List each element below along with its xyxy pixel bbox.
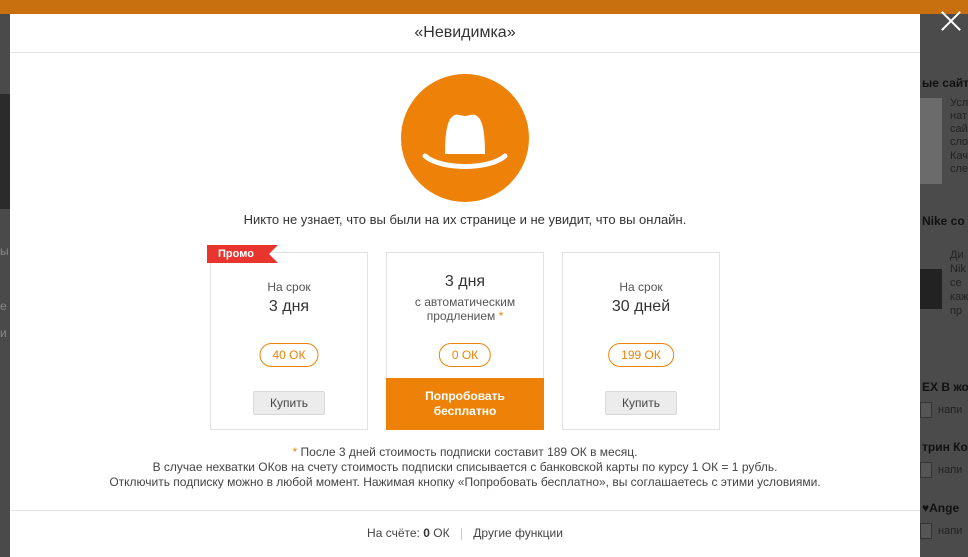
background-text: каж	[950, 291, 968, 303]
try-free-button-line: Попробовать	[425, 389, 505, 403]
background-field	[920, 402, 932, 418]
plan-card-trial: 3 дня с автоматическим продлением * 0 ОК…	[386, 252, 544, 430]
term-sub-text: продлением	[426, 309, 496, 323]
background-text: Nik	[950, 263, 966, 275]
term-value: 30 дней	[611, 298, 671, 315]
background-text: нат	[950, 110, 967, 122]
balance-value: 0	[423, 526, 430, 540]
try-free-button-line: бесплатно	[433, 404, 497, 418]
note-line: * После 3 дней стоимость подписки состав…	[10, 445, 920, 460]
term-value: 3 дня	[444, 273, 486, 290]
background-text: напи	[938, 525, 963, 537]
background-heading: EX В жо	[922, 380, 968, 394]
buy-button[interactable]: Купить	[253, 391, 325, 415]
balance-unit: ОК	[433, 526, 450, 540]
background-text: Кач	[950, 150, 968, 162]
subscription-notes: * После 3 дней стоимость подписки состав…	[10, 445, 920, 490]
background-image	[920, 269, 942, 309]
background-left-strip: ы е и	[0, 14, 10, 557]
balance-label: На счёте:	[367, 526, 420, 540]
price-badge[interactable]: 0 ОК	[438, 343, 492, 367]
background-heading: Nike co	[922, 214, 965, 228]
plan-card-3-days: Промо На срок 3 дня 40 ОК Купить	[207, 245, 368, 430]
background-heading: ♥Ange	[922, 501, 960, 515]
background-text: сай	[950, 123, 968, 135]
buy-button[interactable]: Купить	[605, 391, 677, 415]
background-text: и	[0, 326, 7, 340]
background-field	[920, 523, 932, 539]
term-value: 3 дня	[268, 298, 310, 315]
feature-description: Никто не узнает, что вы были на их стран…	[243, 212, 687, 227]
background-image	[0, 94, 10, 209]
background-text: напи	[938, 404, 963, 416]
background-text: напи	[938, 464, 963, 476]
note-line: В случае нехватки ОКов на счету стоимост…	[152, 460, 778, 474]
term-sub-line: продлением *	[387, 309, 543, 323]
background-right-strip: ые сайт Усл нат сай сло Кач сле Nike co …	[920, 14, 968, 557]
note-text: После 3 дней стоимость подписки составит…	[297, 445, 638, 459]
background-text: сло	[950, 136, 968, 148]
promo-badge: Промо	[207, 245, 278, 263]
dialog-title: «Невидимка»	[10, 14, 920, 53]
background-text: се	[950, 277, 962, 289]
dialog-footer: На счёте: 0 ОК Другие функции	[10, 510, 920, 557]
term-sub-line: с автоматическим	[414, 295, 516, 309]
background-text: ы	[0, 244, 9, 258]
background-heading: трин Ков	[922, 440, 968, 454]
background-heading: ые сайт	[922, 76, 968, 90]
footnote-star: *	[498, 309, 504, 323]
background-text: пр	[950, 305, 963, 317]
close-icon[interactable]	[938, 8, 964, 34]
note-line: Отключить подписку можно в любой момент.…	[109, 475, 821, 489]
background-text: Усл	[950, 97, 968, 109]
price-badge[interactable]: 40 ОК	[259, 343, 319, 367]
hat-icon	[401, 74, 529, 202]
footer-divider	[460, 527, 462, 540]
term-label: На срок	[619, 280, 663, 294]
term-label: На срок	[267, 280, 311, 294]
invisible-mode-dialog: «Невидимка» Никто не узнает, что вы были…	[10, 14, 920, 557]
try-free-button[interactable]: Попробовать бесплатно	[386, 378, 544, 430]
background-field	[920, 462, 932, 478]
background-top-bar	[0, 0, 968, 14]
background-text: е	[0, 299, 7, 313]
plan-card-30-days: На срок 30 дней 199 ОК Купить	[562, 252, 720, 430]
background-text: Ди	[950, 249, 964, 261]
price-badge[interactable]: 199 ОК	[608, 343, 674, 367]
background-image	[920, 98, 942, 184]
background-text: сле	[950, 163, 968, 175]
other-functions-link[interactable]: Другие функции	[473, 526, 563, 540]
